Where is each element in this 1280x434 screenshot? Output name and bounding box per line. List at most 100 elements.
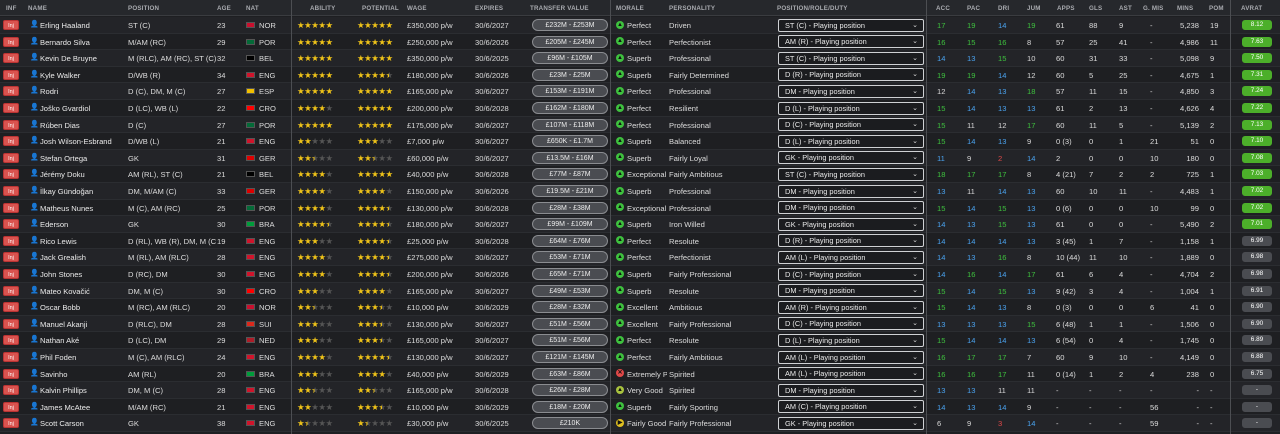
role-dropdown[interactable]: D (L) - Playing position ⌄ [778, 134, 924, 148]
table-row[interactable]: Inj 👤 Josh Wilson-Esbrand D/WB (L) 21 EN… [0, 133, 1280, 150]
table-row[interactable]: Inj 👤 Kyle Walker D/WB (R) 34 ENG ★★★★★ … [0, 66, 1280, 84]
header-avrat[interactable]: AVRAT [1241, 5, 1262, 12]
role-dropdown[interactable]: D (C) - Playing position ⌄ [778, 267, 924, 281]
player-name[interactable]: Joško Gvardiol [40, 104, 125, 113]
header-apps[interactable]: APPS [1057, 5, 1075, 12]
injury-badge[interactable]: Inj [3, 418, 19, 429]
player-name[interactable]: İlkay Gündoğan [40, 187, 125, 196]
role-dropdown[interactable]: AM (L) - Playing position ⌄ [778, 350, 924, 364]
role-dropdown[interactable]: GK - Playing position ⌄ [778, 217, 924, 231]
table-row[interactable]: Inj 👤 Rodri D (C), DM, M (C) 27 ESP ★★★★… [0, 83, 1280, 100]
player-name[interactable]: Erling Haaland [40, 21, 125, 30]
role-dropdown[interactable]: AM (C) - Playing position ⌄ [778, 400, 924, 414]
injury-badge[interactable]: Inj [3, 252, 19, 263]
injury-badge[interactable]: Inj [3, 69, 19, 80]
role-dropdown[interactable]: D (L) - Playing position ⌄ [778, 333, 924, 347]
player-name[interactable]: Ederson [40, 220, 125, 229]
header-jum[interactable]: JUM [1027, 5, 1041, 12]
role-dropdown[interactable]: AM (R) - Playing position ⌄ [778, 300, 924, 314]
table-row[interactable]: Inj 👤 Manuel Akanji D (RLC), DM 28 SUI ★… [0, 315, 1280, 333]
injury-badge[interactable]: Inj [3, 53, 19, 64]
role-dropdown[interactable]: D (L) - Playing position ⌄ [778, 101, 924, 115]
role-dropdown[interactable]: AM (L) - Playing position ⌄ [778, 367, 924, 381]
table-row[interactable]: Inj 👤 Bernardo Silva M/AM (RC) 29 POR ★★… [0, 33, 1280, 51]
table-row[interactable]: Inj 👤 Jérémy Doku AM (RL), ST (C) 21 BEL… [0, 166, 1280, 183]
injury-badge[interactable]: Inj [3, 401, 19, 412]
injury-badge[interactable]: Inj [3, 335, 19, 346]
header-acc[interactable]: ACC [936, 5, 950, 12]
header-age[interactable]: AGE [217, 5, 231, 12]
player-name[interactable]: Jérémy Doku [40, 170, 125, 179]
table-row[interactable]: Inj 👤 Ederson GK 30 BRA ★★★★★ ★★★★★ £180… [0, 216, 1280, 233]
header-nat[interactable]: NAT [246, 5, 259, 12]
header-position[interactable]: POSITION [128, 5, 159, 12]
table-row[interactable]: Inj 👤 Nathan Aké D (LC), DM 29 NED ★★★★★… [0, 332, 1280, 349]
injury-badge[interactable]: Inj [3, 86, 19, 97]
table-row[interactable]: Inj 👤 James McAtee M/AM (RC) 21 ENG ★★★★… [0, 398, 1280, 416]
table-row[interactable]: Inj 👤 İlkay Gündoğan DM, M/AM (C) 33 GER… [0, 183, 1280, 200]
player-name[interactable]: Rico Lewis [40, 237, 125, 246]
table-row[interactable]: Inj 👤 Oscar Bobb M (RC), AM (RLC) 20 NOR… [0, 299, 1280, 316]
table-row[interactable]: Inj 👤 Rúben Dias D (C) 27 POR ★★★★★ ★★★★… [0, 116, 1280, 134]
header-mins[interactable]: MINS [1177, 5, 1193, 12]
player-name[interactable]: John Stones [40, 270, 125, 279]
player-name[interactable]: Kevin De Bruyne [40, 54, 125, 63]
role-dropdown[interactable]: D (R) - Playing position ⌄ [778, 68, 924, 82]
role-dropdown[interactable]: AM (R) - Playing position ⌄ [778, 35, 924, 49]
role-dropdown[interactable]: D (C) - Playing position ⌄ [778, 317, 924, 331]
player-name[interactable]: Scott Carson [40, 419, 125, 428]
table-row[interactable]: Inj 👤 Kalvin Phillips DM, M (C) 28 ENG ★… [0, 382, 1280, 399]
table-row[interactable]: Inj 👤 Kevin De Bruyne M (RLC), AM (RC), … [0, 50, 1280, 67]
player-name[interactable]: Bernardo Silva [40, 38, 125, 47]
role-dropdown[interactable]: ST (C) - Playing position ⌄ [778, 167, 924, 181]
injury-badge[interactable]: Inj [3, 385, 19, 396]
injury-badge[interactable]: Inj [3, 152, 19, 163]
header-dri[interactable]: DRI [998, 5, 1009, 12]
header-pac[interactable]: PAC [967, 5, 980, 12]
injury-badge[interactable]: Inj [3, 103, 19, 113]
header-transfer-value[interactable]: TRANSFER VALUE [530, 5, 589, 12]
injury-badge[interactable]: Inj [3, 302, 19, 313]
player-name[interactable]: Stefan Ortega [40, 154, 125, 163]
injury-badge[interactable]: Inj [3, 235, 19, 246]
role-dropdown[interactable]: DM - Playing position ⌄ [778, 284, 924, 298]
injury-badge[interactable]: Inj [3, 119, 19, 130]
table-row[interactable]: Inj 👤 Mateo Kovačić DM, M (C) 30 CRO ★★★… [0, 282, 1280, 300]
role-dropdown[interactable]: D (R) - Playing position ⌄ [778, 234, 924, 248]
injury-badge[interactable]: Inj [3, 186, 19, 196]
header-personality[interactable]: PERSONALITY [669, 5, 715, 12]
header-pom[interactable]: POM [1209, 5, 1224, 12]
header-inf[interactable]: INF [6, 5, 17, 12]
table-row[interactable]: Inj 👤 Stefan Ortega GK 31 GER ★★★★★ ★★★★… [0, 149, 1280, 167]
injury-badge[interactable]: Inj [3, 368, 19, 379]
table-row[interactable]: Inj 👤 Scott Carson GK 38 ENG ★★★★★ ★★★★★… [0, 415, 1280, 432]
header-ast[interactable]: AST [1119, 5, 1132, 12]
injury-badge[interactable]: Inj [3, 219, 19, 230]
injury-badge[interactable]: Inj [3, 202, 19, 213]
player-name[interactable]: Matheus Nunes [40, 204, 125, 213]
role-dropdown[interactable]: ST (C) - Playing position ⌄ [778, 51, 924, 65]
header-name[interactable]: NAME [28, 5, 47, 12]
player-name[interactable]: Jack Grealish [40, 253, 125, 262]
player-name[interactable]: Kyle Walker [40, 71, 125, 80]
role-dropdown[interactable]: GK - Playing position ⌄ [778, 416, 924, 430]
role-dropdown[interactable]: AM (L) - Playing position ⌄ [778, 250, 924, 264]
table-row[interactable]: Inj 👤 Jack Grealish M (RL), AM (RLC) 28 … [0, 249, 1280, 266]
player-name[interactable]: Josh Wilson-Esbrand [40, 137, 125, 146]
header-gmis[interactable]: G. MIS [1143, 5, 1163, 12]
player-name[interactable]: Rodri [40, 87, 125, 96]
role-dropdown[interactable]: D (C) - Playing position ⌄ [778, 118, 924, 132]
player-name[interactable]: Mateo Kovačić [40, 287, 125, 296]
injury-badge[interactable]: Inj [3, 20, 19, 30]
table-row[interactable]: Inj 👤 John Stones D (RC), DM 30 ENG ★★★★… [0, 266, 1280, 283]
player-name[interactable]: Rúben Dias [40, 121, 125, 130]
player-name[interactable]: Savinho [40, 370, 125, 379]
injury-badge[interactable]: Inj [3, 169, 19, 180]
role-dropdown[interactable]: ST (C) - Playing position ⌄ [778, 18, 924, 32]
injury-badge[interactable]: Inj [3, 36, 19, 47]
header-wage[interactable]: WAGE [407, 5, 427, 12]
table-row[interactable]: Inj 👤 Matheus Nunes M (C), AM (RC) 25 PO… [0, 199, 1280, 217]
table-row[interactable]: Inj 👤 Joško Gvardiol D (LC), WB (L) 22 C… [0, 100, 1280, 117]
injury-badge[interactable]: Inj [3, 318, 19, 329]
injury-badge[interactable]: Inj [3, 136, 19, 147]
